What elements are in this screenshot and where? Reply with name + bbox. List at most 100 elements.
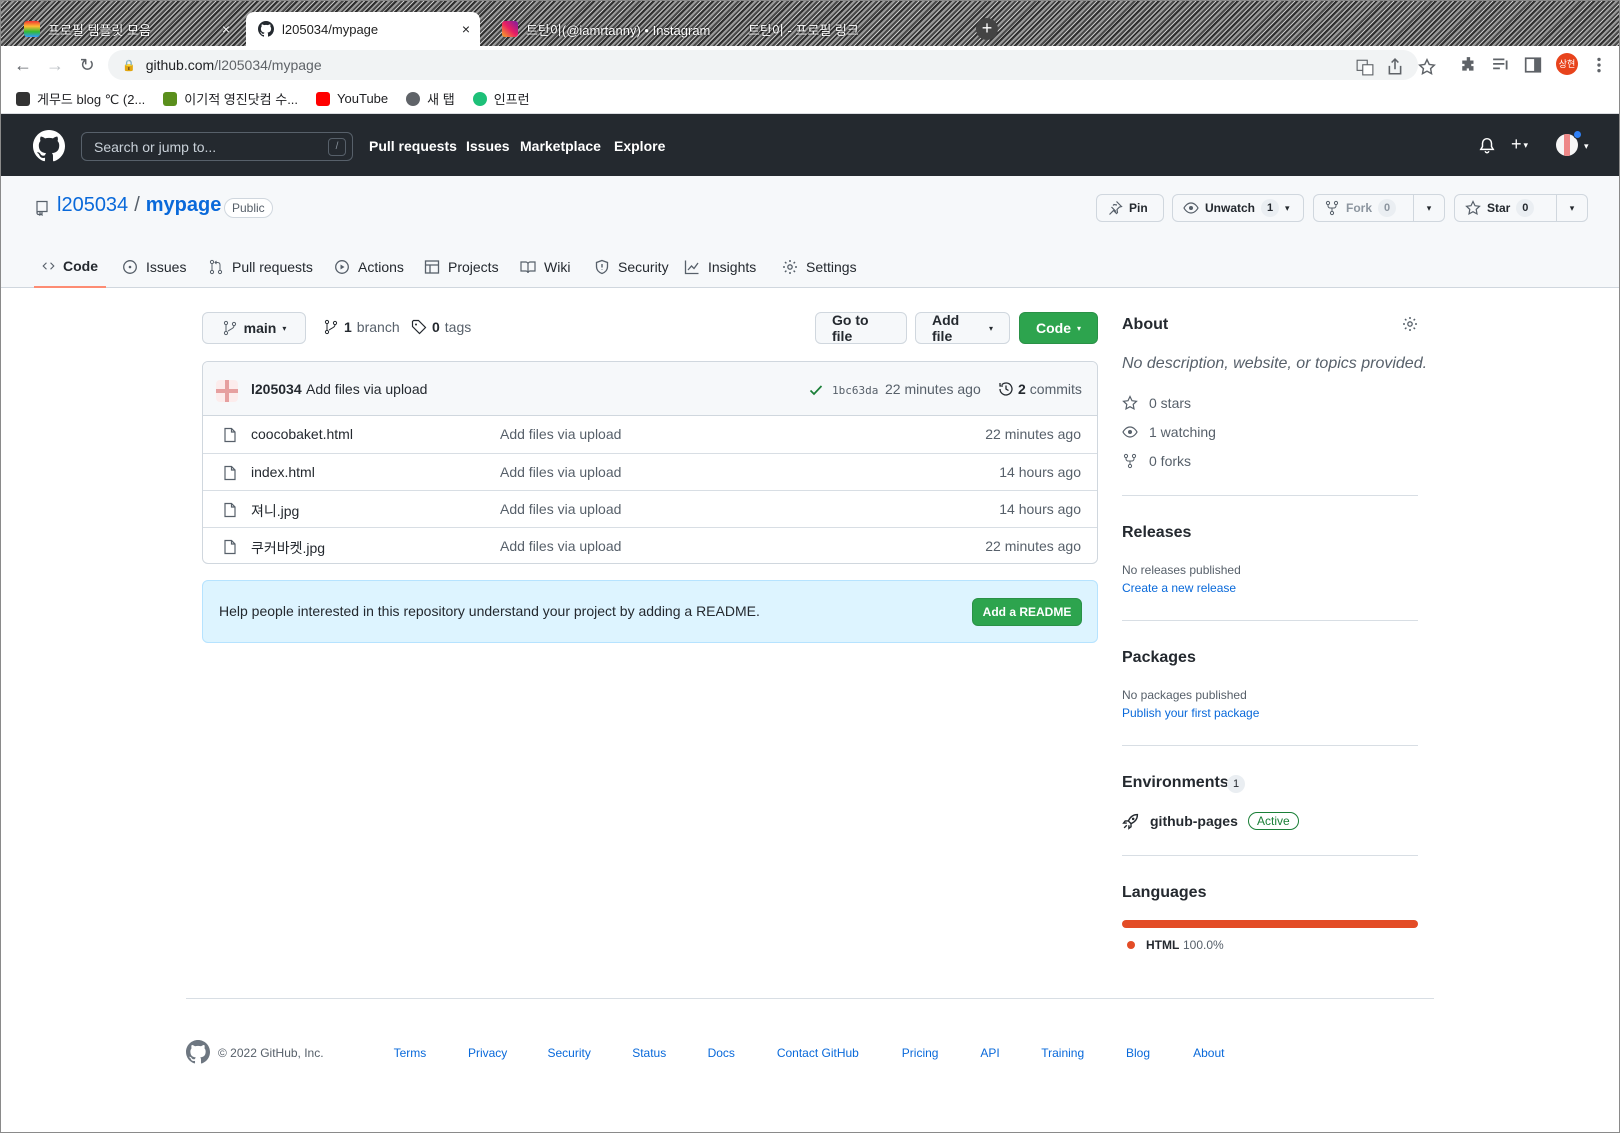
publish-package-link[interactable]: Publish your first package [1122, 706, 1259, 720]
media-icon[interactable] [1492, 56, 1510, 74]
repo-name-link[interactable]: mypage [146, 194, 222, 217]
reload-icon[interactable]: ↻ [76, 54, 98, 76]
add-readme-button[interactable]: Add a README [972, 598, 1082, 626]
bookmark-item[interactable]: 인프런 [472, 89, 530, 108]
file-row[interactable]: index.html Add files via upload 14 hours a… [203, 453, 1097, 490]
tab-wiki[interactable]: Wiki [512, 246, 578, 288]
tab-security[interactable]: Security [586, 246, 677, 288]
footer-link-docs[interactable]: Docs [708, 1046, 735, 1060]
share-icon[interactable] [1386, 58, 1404, 76]
tab-pull-requests[interactable]: Pull requests [200, 246, 321, 288]
code-dropdown-button[interactable]: Code ▾ [1019, 312, 1098, 344]
file-name-link[interactable]: 쿠커바켓.jpg [251, 538, 325, 558]
file-name-link[interactable]: 져니.jpg [251, 501, 299, 521]
footer-link-contact-github[interactable]: Contact GitHub [777, 1046, 859, 1060]
commits-history-link[interactable]: 2 commits [998, 381, 1082, 397]
browser-tab[interactable]: 트탄이 - 프로필 링크 [736, 12, 970, 46]
stars-link[interactable]: 0 stars [1122, 395, 1191, 411]
environment-link[interactable]: github-pages [1150, 813, 1238, 829]
footer-link-about[interactable]: About [1193, 1046, 1224, 1060]
footer-link-security[interactable]: Security [547, 1046, 590, 1060]
gear-icon[interactable] [1402, 316, 1418, 332]
footer-link-privacy[interactable]: Privacy [468, 1046, 507, 1060]
browser-tab[interactable]: 프로필 템플릿 모음 × [12, 12, 240, 46]
tags-link[interactable]: 0 tags [411, 319, 471, 335]
tab-issues[interactable]: Issues [114, 246, 194, 288]
file-row[interactable]: 져니.jpg Add files via upload 14 hours ago [203, 490, 1097, 527]
file-commit-message-link[interactable]: Add files via upload [500, 538, 621, 554]
tab-insights[interactable]: Insights [676, 246, 764, 288]
create-release-link[interactable]: Create a new release [1122, 581, 1236, 595]
forks-link[interactable]: 0 forks [1122, 453, 1191, 469]
file-row[interactable]: 쿠커바켓.jpg Add files via upload 22 minutes a… [203, 527, 1097, 563]
forward-icon[interactable]: → [44, 54, 66, 76]
search-input[interactable]: Search or jump to... / [81, 132, 353, 161]
bookmark-item[interactable]: 새 탭 [406, 89, 455, 108]
footer-link-terms[interactable]: Terms [394, 1046, 427, 1060]
star-list-dropdown-button[interactable]: ▾ [1556, 194, 1588, 222]
side-panel-icon[interactable] [1524, 56, 1542, 74]
branch-select-button[interactable]: main ▾ [202, 312, 306, 344]
caret-down-icon[interactable]: ▾ [1584, 141, 1589, 152]
language-name[interactable]: HTML [1146, 938, 1179, 952]
file-name-link[interactable]: index.html [251, 464, 315, 480]
file-row[interactable]: coocobaket.html Add files via upload 22 mi… [203, 416, 1097, 453]
tab-projects[interactable]: Projects [416, 246, 507, 288]
footer-link-api[interactable]: API [980, 1046, 999, 1060]
tab-code[interactable]: Code [34, 246, 106, 288]
add-file-button[interactable]: Add file ▾ [915, 312, 1010, 344]
packages-heading[interactable]: Packages [1122, 649, 1196, 667]
nav-marketplace[interactable]: Marketplace [520, 138, 601, 154]
bookmark-item[interactable]: 이기적 영진닷컴 수... [163, 89, 298, 108]
github-mark-icon[interactable] [186, 1040, 210, 1064]
commit-author-link[interactable]: l205034 [251, 381, 302, 397]
github-logo-icon[interactable] [33, 130, 65, 162]
bookmark-item[interactable]: 게무드 blog ℃ (2... [16, 89, 145, 108]
footer-link-blog[interactable]: Blog [1126, 1046, 1150, 1060]
footer-copyright: © 2022 GitHub, Inc. [218, 1046, 324, 1060]
releases-heading[interactable]: Releases [1122, 524, 1191, 542]
branches-link[interactable]: 1 branch [323, 319, 400, 335]
go-to-file-button[interactable]: Go to file [815, 312, 907, 344]
fork-dropdown-button[interactable]: ▾ [1413, 194, 1445, 222]
create-new-dropdown[interactable]: + ▾ [1511, 134, 1528, 155]
unwatch-button[interactable]: Unwatch 1 ▾ [1172, 194, 1304, 222]
bookmark-star-icon[interactable] [1418, 58, 1436, 76]
footer-link-status[interactable]: Status [632, 1046, 666, 1060]
commit-sha-link[interactable]: 1bc63da [832, 384, 878, 397]
browser-tab[interactable]: 트탄이(@iamrtanny) • Instagram [490, 12, 724, 46]
footer-link-training[interactable]: Training [1041, 1046, 1084, 1060]
close-tab-icon[interactable]: × [222, 21, 230, 37]
file-commit-message-link[interactable]: Add files via upload [500, 501, 621, 517]
branch-name: main [243, 320, 277, 336]
check-icon[interactable] [808, 382, 824, 398]
footer-link-pricing[interactable]: Pricing [902, 1046, 939, 1060]
profile-avatar[interactable]: 상현 [1556, 53, 1578, 75]
nav-pull-requests[interactable]: Pull requests [369, 138, 457, 154]
bell-icon[interactable] [1478, 137, 1496, 155]
fork-button[interactable]: Fork 0 [1313, 194, 1414, 222]
file-commit-message-link[interactable]: Add files via upload [500, 464, 621, 480]
environments-heading[interactable]: Environments [1122, 774, 1229, 792]
extensions-icon[interactable] [1460, 56, 1478, 74]
file-commit-message-link[interactable]: Add files via upload [500, 426, 621, 442]
star-button[interactable]: Star 0 [1454, 194, 1557, 222]
new-tab-button[interactable]: + [976, 18, 998, 40]
tab-actions[interactable]: Actions [326, 246, 412, 288]
pin-button[interactable]: Pin [1096, 194, 1164, 222]
nav-issues[interactable]: Issues [466, 138, 510, 154]
close-tab-icon[interactable]: × [462, 21, 470, 37]
nav-explore[interactable]: Explore [614, 138, 665, 154]
back-icon[interactable]: ← [12, 54, 34, 76]
browser-tab-active[interactable]: l205034/mypage × [246, 12, 480, 46]
tab-settings[interactable]: Settings [774, 246, 865, 288]
translate-icon[interactable] [1356, 58, 1374, 76]
menu-kebab-icon[interactable] [1590, 56, 1608, 74]
watchers-link[interactable]: 1 watching [1122, 424, 1216, 440]
commit-message-link[interactable]: Add files via upload [306, 381, 427, 397]
file-name-link[interactable]: coocobaket.html [251, 426, 353, 442]
repo-owner-link[interactable]: l205034 [57, 194, 128, 217]
address-bar[interactable]: 🔒 github.com/l205034/mypage [108, 50, 1436, 80]
author-avatar[interactable] [216, 380, 238, 402]
bookmark-item[interactable]: YouTube [316, 91, 388, 106]
